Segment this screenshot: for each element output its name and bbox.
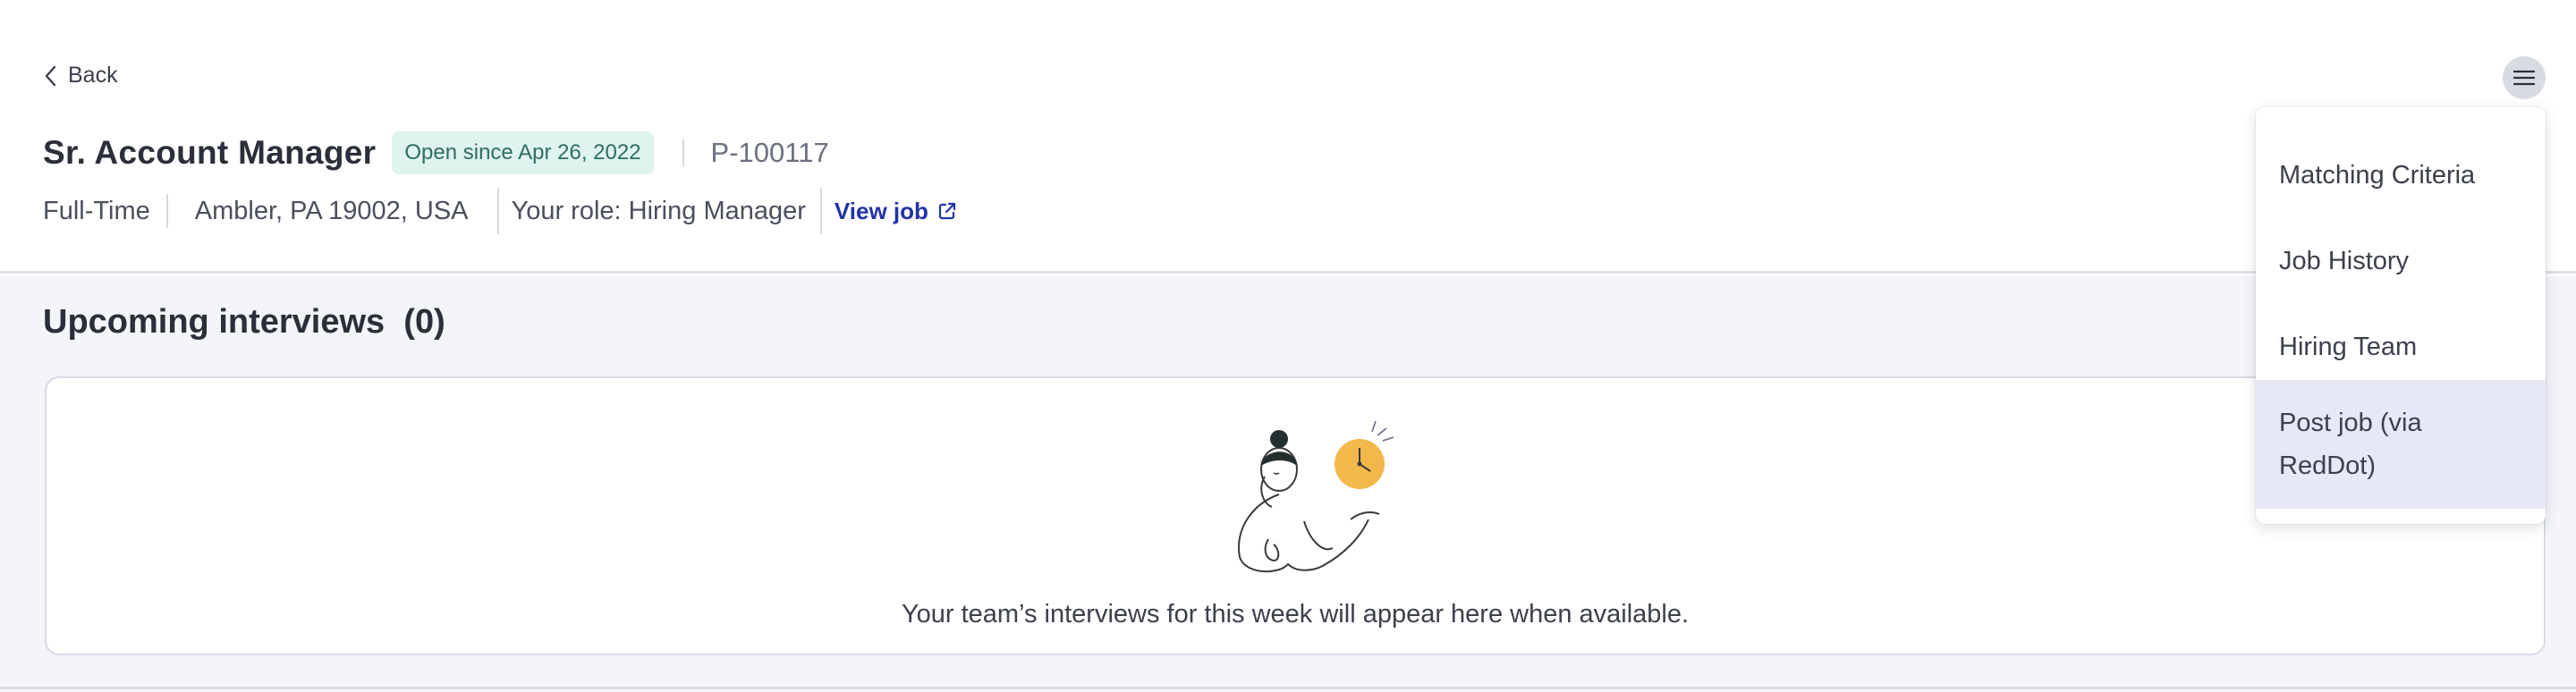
menu-item-label: Matching Criteria (2279, 161, 2476, 190)
divider (496, 188, 499, 234)
job-header: Back Sr. Account Manager Open since Apr … (0, 0, 2576, 274)
user-role: Your role: Hiring Manager (511, 196, 806, 225)
job-title: Sr. Account Manager (43, 134, 377, 171)
job-actions-menu: Matching Criteria Job History Hiring Tea… (2256, 107, 2546, 524)
menu-item-label: Post job (via RedDot) (2279, 409, 2422, 480)
divider (819, 188, 822, 234)
divider (165, 194, 168, 228)
hamburger-menu-icon (2512, 70, 2536, 86)
menu-item-matching-criteria[interactable]: Matching Criteria (2256, 143, 2546, 207)
empty-state-card: Your team’s interviews for this week wil… (45, 376, 2546, 655)
title-row: Sr. Account Manager Open since Apr 26, 2… (43, 131, 829, 175)
empty-state-message: Your team’s interviews for this week wil… (901, 600, 1690, 629)
menu-button[interactable] (2503, 56, 2546, 99)
job-meta-row: Full-Time Ambler, PA 19002, USA Your rol… (43, 188, 957, 234)
section-title: Upcoming interviews (0) (43, 303, 445, 341)
view-job-link[interactable]: View job (835, 198, 957, 225)
employment-type: Full-Time (43, 196, 150, 225)
divider (682, 139, 684, 166)
external-link-icon (938, 202, 956, 220)
back-label: Back (68, 63, 118, 88)
back-link[interactable]: Back (43, 63, 118, 89)
menu-item-hiring-team[interactable]: Hiring Team (2256, 315, 2546, 379)
bottom-divider (0, 687, 2576, 689)
waiting-person-illustration (1237, 420, 1394, 573)
interviews-section: Upcoming interviews (0) Your team’s inte… (0, 276, 2576, 692)
menu-item-label: Job History (2279, 247, 2410, 275)
menu-item-post-job[interactable]: Post job (via RedDot) (2256, 380, 2546, 509)
requisition-id: P-100117 (710, 137, 829, 168)
menu-item-job-history[interactable]: Job History (2256, 229, 2546, 293)
chevron-left-icon (45, 65, 56, 86)
view-job-label: View job (834, 197, 928, 224)
menu-item-label: Hiring Team (2279, 333, 2418, 361)
job-location: Ambler, PA 19002, USA (194, 196, 469, 225)
status-badge: Open since Apr 26, 2022 (392, 131, 654, 174)
